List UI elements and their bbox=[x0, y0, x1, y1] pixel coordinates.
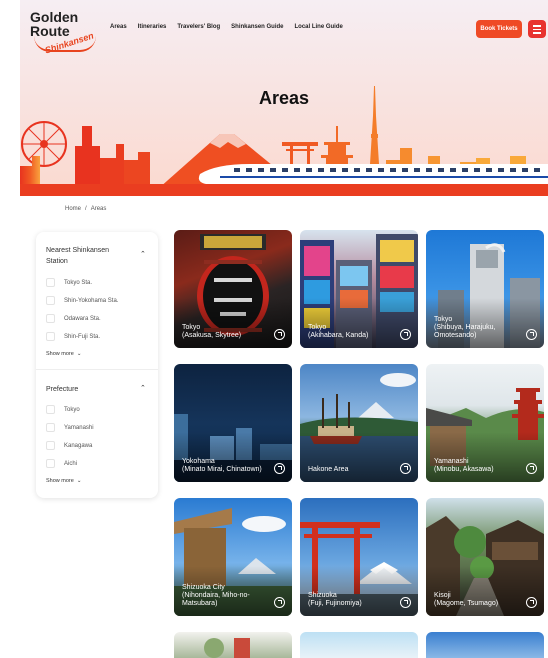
arrow-icon bbox=[526, 597, 537, 608]
area-card-tokyo-akihabara[interactable]: Tokyo (Akihabara, Kanda) bbox=[300, 230, 418, 348]
filter-option-tokyo[interactable]: Tokyo bbox=[46, 405, 80, 414]
arrow-icon bbox=[274, 329, 285, 340]
arrow-icon bbox=[274, 597, 285, 608]
book-tickets-button[interactable]: Book Tickets bbox=[476, 20, 522, 38]
card-shade bbox=[174, 432, 292, 482]
area-card-partial[interactable] bbox=[174, 632, 292, 658]
area-name: Yamanashi (Minobu, Akasawa) bbox=[434, 458, 494, 473]
main-nav: Areas Itineraries Travelers' Blog Shinka… bbox=[110, 24, 343, 30]
checkbox[interactable] bbox=[46, 314, 55, 323]
checkbox[interactable] bbox=[46, 296, 55, 305]
area-card-shizuoka-fuji[interactable]: Shizuoka (Fuji, Fujinomiya) bbox=[300, 498, 418, 616]
prefecture-show-more-button[interactable]: Show more ⌄ bbox=[46, 478, 82, 484]
breadcrumb: Home / Areas bbox=[65, 206, 106, 212]
option-label: Kanagawa bbox=[64, 442, 93, 449]
arrow-icon bbox=[526, 329, 537, 340]
area-name: Yokohama (Minato Mirai, Chinatown) bbox=[182, 458, 262, 473]
filter-station-title[interactable]: Nearest Shinkansen Station bbox=[46, 245, 126, 267]
breadcrumb-home[interactable]: Home bbox=[65, 206, 81, 212]
card-shade bbox=[426, 566, 544, 616]
area-card-hakone[interactable]: Hakone Area bbox=[300, 364, 418, 482]
filter-option-shin-yokohama-sta[interactable]: Shin-Yokohama Sta. bbox=[46, 296, 118, 305]
nav-item-travelers-blog[interactable]: Travelers' Blog bbox=[177, 24, 220, 30]
chevron-up-icon[interactable]: ⌃ bbox=[140, 250, 146, 258]
site-logo[interactable]: Golden Route Shinkansen bbox=[30, 9, 100, 56]
filter-option-odawara-sta[interactable]: Odawara Sta. bbox=[46, 314, 101, 323]
checkbox[interactable] bbox=[46, 441, 55, 450]
shinkansen-train-icon bbox=[198, 164, 548, 184]
option-label: Odawara Sta. bbox=[64, 315, 101, 322]
ferris-wheel-icon bbox=[21, 121, 67, 167]
area-card-partial[interactable] bbox=[300, 632, 418, 658]
area-name: Shizuoka (Fuji, Fujinomiya) bbox=[308, 592, 362, 607]
filter-prefecture-title[interactable]: Prefecture bbox=[46, 384, 126, 395]
filter-option-kanagawa[interactable]: Kanagawa bbox=[46, 441, 92, 450]
show-more-label: Show more bbox=[46, 478, 74, 484]
checkbox[interactable] bbox=[46, 405, 55, 414]
area-card-tokyo-shibuya[interactable]: Tokyo (Shibuya, Harajuku, Omotesando) bbox=[426, 230, 544, 348]
filter-option-yamanashi[interactable]: Yamanashi bbox=[46, 423, 94, 432]
area-name: Tokyo (Akihabara, Kanda) bbox=[308, 324, 369, 339]
checkbox[interactable] bbox=[46, 423, 55, 432]
area-card-yokohama[interactable]: Yokohama (Minato Mirai, Chinatown) bbox=[174, 364, 292, 482]
nav-item-itineraries[interactable]: Itineraries bbox=[138, 24, 167, 30]
arrow-icon bbox=[400, 597, 411, 608]
chevron-down-icon: ⌄ bbox=[75, 478, 82, 484]
card-shade bbox=[300, 432, 418, 482]
area-card-yamanashi[interactable]: Yamanashi (Minobu, Akasawa) bbox=[426, 364, 544, 482]
chevron-down-icon: ⌄ bbox=[75, 351, 82, 357]
card-shade bbox=[174, 298, 292, 348]
card-shade bbox=[300, 298, 418, 348]
area-name: Tokyo (Asakusa, Skytree) bbox=[182, 324, 242, 339]
checkbox[interactable] bbox=[46, 278, 55, 287]
option-label: Tokyo bbox=[64, 406, 80, 413]
station-show-more-button[interactable]: Show more ⌄ bbox=[46, 351, 82, 357]
option-label: Aichi bbox=[64, 460, 78, 467]
chevron-up-icon[interactable]: ⌃ bbox=[140, 384, 146, 392]
area-card-partial[interactable] bbox=[426, 632, 544, 658]
page-title: Areas bbox=[258, 88, 310, 108]
nav-item-areas[interactable]: Areas bbox=[110, 24, 127, 30]
filter-divider bbox=[36, 369, 158, 370]
arrow-icon bbox=[400, 329, 411, 340]
partial-card-image bbox=[204, 638, 250, 658]
checkbox[interactable] bbox=[46, 459, 55, 468]
filter-option-aichi[interactable]: Aichi bbox=[46, 459, 77, 468]
show-more-label: Show more bbox=[46, 351, 74, 357]
option-label: Yamanashi bbox=[64, 424, 94, 431]
option-label: Tokyo Sta. bbox=[64, 279, 93, 286]
checkbox[interactable] bbox=[46, 332, 55, 341]
option-label: Shin-Yokohama Sta. bbox=[64, 297, 119, 304]
filter-option-tokyo-sta[interactable]: Tokyo Sta. bbox=[46, 278, 92, 287]
nav-item-local-line-guide[interactable]: Local Line Guide bbox=[295, 24, 343, 30]
card-shade bbox=[426, 432, 544, 482]
area-name: Kisoji (Magome, Tsumago) bbox=[434, 592, 499, 607]
hero-banner: Golden Route Shinkansen Areas Itinerarie… bbox=[20, 0, 548, 196]
arrow-icon bbox=[400, 463, 411, 474]
logo-line-golden: Golden bbox=[30, 9, 79, 25]
arrow-icon bbox=[526, 463, 537, 474]
area-card-kisoji[interactable]: Kisoji (Magome, Tsumago) bbox=[426, 498, 544, 616]
filter-panel: Nearest Shinkansen Station ⌃ Tokyo Sta. … bbox=[36, 232, 158, 498]
area-card-tokyo-asakusa[interactable]: Tokyo (Asakusa, Skytree) bbox=[174, 230, 292, 348]
card-shade bbox=[300, 566, 418, 616]
nav-item-shinkansen-guide[interactable]: Shinkansen Guide bbox=[231, 24, 283, 30]
area-name: Hakone Area bbox=[308, 466, 349, 473]
area-name: Tokyo (Shibuya, Harajuku, Omotesando) bbox=[434, 316, 496, 339]
area-card-shizuoka-city[interactable]: Shizuoka City (Nihondaira, Miho-no- Mats… bbox=[174, 498, 292, 616]
breadcrumb-current: Areas bbox=[90, 206, 107, 212]
filter-option-shin-fuji-sta[interactable]: Shin-Fuji Sta. bbox=[46, 332, 100, 341]
arrow-icon bbox=[274, 463, 285, 474]
area-name: Shizuoka City (Nihondaira, Miho-no- Mats… bbox=[182, 584, 250, 607]
menu-icon[interactable] bbox=[528, 20, 546, 38]
breadcrumb-separator: / bbox=[85, 206, 87, 212]
option-label: Shin-Fuji Sta. bbox=[64, 333, 101, 340]
